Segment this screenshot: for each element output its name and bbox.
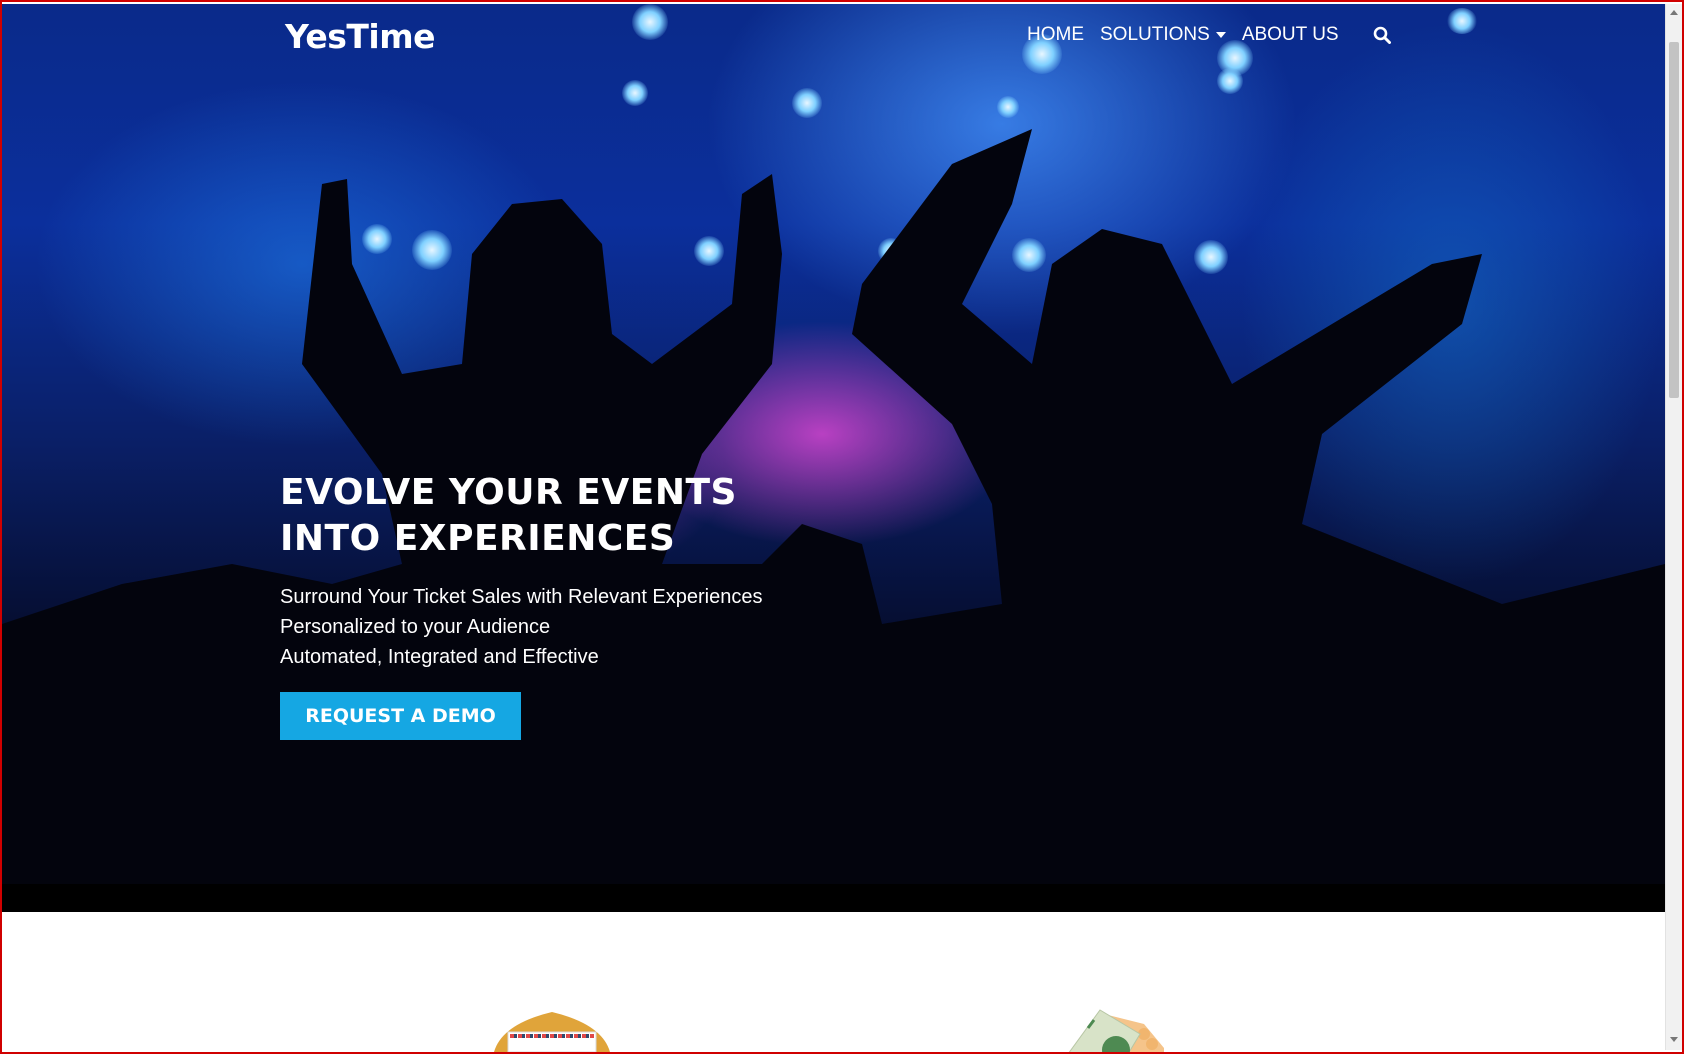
hero-headline-line-1: EVOLVE YOUR EVENTS bbox=[280, 472, 737, 513]
scroll-down-arrow-icon[interactable] bbox=[1670, 1037, 1678, 1042]
nav-solutions-label: SOLUTIONS bbox=[1100, 24, 1210, 45]
hero-headline: EVOLVE YOUR EVENTS INTO EXPERIENCES bbox=[280, 470, 763, 562]
nav-solutions-dropdown[interactable]: SOLUTIONS bbox=[1100, 24, 1226, 46]
hero-subline-3: Automated, Integrated and Effective bbox=[280, 646, 599, 668]
hero-bottom-band bbox=[2, 884, 1665, 912]
hero-subline-1: Surround Your Ticket Sales with Relevant… bbox=[280, 586, 763, 608]
nav-about-link[interactable]: ABOUT US bbox=[1242, 24, 1339, 46]
scroll-thumb[interactable] bbox=[1669, 42, 1679, 398]
money-icon bbox=[1067, 1009, 1164, 1054]
hero-section: YesTime HOME SOLUTIONS ABOUT US EVOLVE Y… bbox=[2, 4, 1665, 912]
crowd-silhouette bbox=[2, 129, 1665, 884]
features-section bbox=[2, 912, 1665, 1054]
hero-headline-line-2: INTO EXPERIENCES bbox=[280, 518, 676, 559]
top-navigation: YesTime HOME SOLUTIONS ABOUT US bbox=[2, 4, 1665, 66]
hero-subline-2: Personalized to your Audience bbox=[280, 616, 551, 638]
nav-home-link[interactable]: HOME bbox=[1027, 24, 1084, 46]
hero-background-image bbox=[2, 4, 1665, 884]
hero-content: EVOLVE YOUR EVENTS INTO EXPERIENCES Surr… bbox=[280, 470, 763, 740]
envelope-icon bbox=[494, 1012, 610, 1052]
scroll-up-arrow-icon[interactable] bbox=[1670, 10, 1678, 15]
search-icon[interactable] bbox=[1373, 26, 1391, 44]
request-demo-button[interactable]: REQUEST A DEMO bbox=[280, 692, 521, 740]
nav-links: HOME SOLUTIONS ABOUT US bbox=[1027, 24, 1339, 46]
chevron-down-icon bbox=[1215, 31, 1226, 38]
page-scrollbar[interactable] bbox=[1665, 4, 1682, 1050]
logo[interactable]: YesTime bbox=[285, 17, 435, 57]
